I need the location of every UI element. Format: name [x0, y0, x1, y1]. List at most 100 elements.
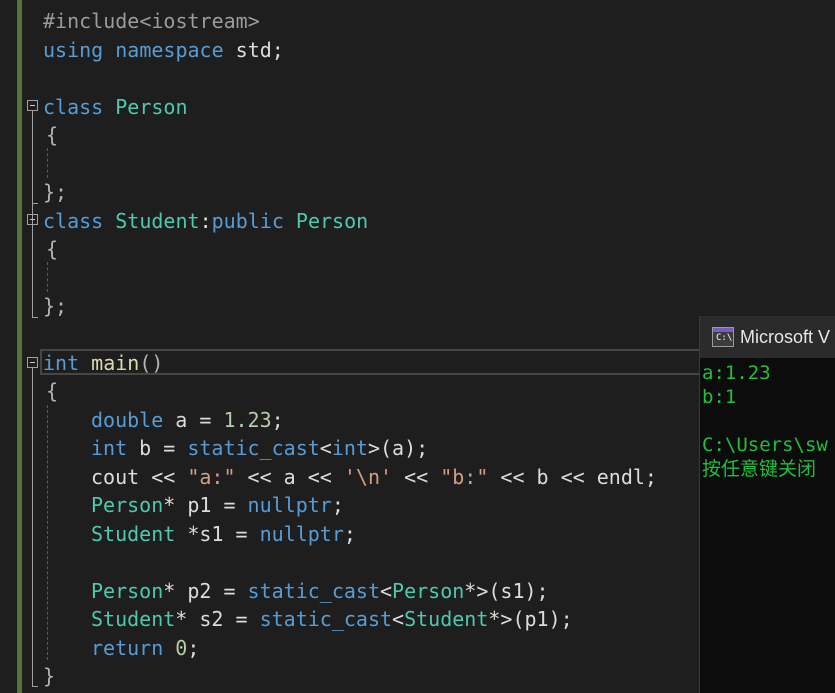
console-output: a:1.23 b:1 C:\Users\sw 按任意键关闭: [702, 361, 835, 481]
keyword: nullptr: [247, 493, 332, 517]
console-line-3: [702, 409, 835, 433]
code-text: << b << endl;: [488, 465, 657, 489]
keyword: public: [211, 209, 284, 233]
code-text: <: [319, 436, 332, 460]
code-line-18[interactable]: Person* p1 = nullptr;: [91, 491, 344, 519]
type-name: Student: [91, 607, 176, 631]
code-text: << a <<: [235, 465, 344, 489]
code-line-16[interactable]: int b = static_cast<int>(a);: [91, 434, 428, 462]
keyword: double: [91, 408, 164, 432]
number-literal: 0: [175, 636, 188, 660]
console-app-icon: C:\: [712, 327, 734, 347]
code-text: ;: [331, 493, 344, 517]
code-text: a =: [163, 408, 224, 432]
brace: {: [46, 379, 59, 403]
keyword: nullptr: [259, 522, 344, 546]
string-literal: "b:": [440, 465, 489, 489]
keyword: static_cast: [259, 607, 393, 631]
type-name: Student: [115, 209, 200, 233]
fold-end: [32, 686, 38, 687]
code-line-17[interactable]: cout << "a:" << a << '\n' << "b:" << b <…: [91, 463, 657, 491]
code-text: >(a);: [367, 436, 429, 460]
keyword: class: [43, 95, 104, 119]
code-text: (): [139, 351, 164, 375]
indent-guide: [47, 405, 48, 660]
debug-console-window[interactable]: C:\ Microsoft V a:1.23 b:1 C:\Users\sw 按任意键…: [699, 316, 835, 693]
code-line-4[interactable]: class Person: [43, 93, 188, 121]
code-line-23[interactable]: return 0;: [91, 634, 199, 662]
console-line-2: b:1: [702, 386, 737, 408]
indent-guide: [47, 148, 48, 178]
code-line-2[interactable]: using namespace std;: [43, 36, 284, 64]
type-name: Person: [392, 579, 465, 603]
code-text: std;: [223, 38, 284, 62]
type-name: Person: [91, 493, 164, 517]
type-name: Person: [91, 579, 164, 603]
brace: {: [46, 123, 59, 147]
type-name: Person: [295, 209, 369, 233]
brace: };: [43, 180, 68, 204]
fold-guide: [32, 368, 33, 686]
keyword: return: [91, 636, 164, 660]
code-line-22[interactable]: Student* s2 = static_cast<Student*>(p1);: [91, 605, 573, 633]
keyword: using: [43, 38, 104, 62]
code-line-15[interactable]: double a = 1.23;: [91, 406, 284, 434]
code-line-9[interactable]: {: [46, 235, 58, 263]
code-text: ;: [343, 522, 356, 546]
console-title: Microsoft V: [740, 326, 831, 347]
code-text: <<: [392, 465, 441, 489]
code-line-7[interactable]: };: [43, 178, 67, 206]
indent-guide: [47, 262, 48, 292]
number-literal: 1.23: [223, 408, 272, 432]
type-name: Student: [91, 522, 176, 546]
keyword: int: [331, 436, 368, 460]
brace: {: [46, 237, 59, 261]
collapse-student-icon[interactable]: [27, 214, 38, 225]
string-literal: '\n': [343, 465, 393, 489]
code-line-21[interactable]: Person* p2 = static_cast<Person*>(s1);: [91, 577, 549, 605]
code-text: *>(s1);: [464, 579, 549, 603]
console-titlebar[interactable]: C:\ Microsoft V: [700, 316, 835, 358]
brace: };: [43, 294, 68, 318]
brace: }: [43, 664, 56, 688]
fold-end: [32, 203, 38, 204]
fold-end: [32, 317, 38, 318]
code-text: :: [199, 209, 212, 233]
code-text: ;: [271, 408, 284, 432]
code-line-19[interactable]: Student *s1 = nullptr;: [91, 520, 356, 548]
code-line-1[interactable]: #include<iostream>: [43, 7, 260, 35]
code-text: <: [392, 607, 405, 631]
code-text: * p1 =: [163, 493, 248, 517]
code-text: * p2 =: [163, 579, 248, 603]
code-text: <: [380, 579, 393, 603]
type-name: Person: [115, 95, 188, 119]
code-line-5[interactable]: {: [46, 121, 58, 149]
console-line-4: C:\Users\sw: [702, 434, 828, 456]
code-line-8[interactable]: class Student:public Person: [43, 207, 368, 235]
code-line-14[interactable]: {: [46, 377, 58, 405]
console-line-1: a:1.23: [702, 362, 771, 384]
function-name: main: [91, 351, 140, 375]
code-line-24[interactable]: }: [43, 662, 55, 690]
keyword: static_cast: [247, 579, 380, 603]
collapse-person-icon[interactable]: [27, 100, 38, 111]
type-name: Student: [404, 607, 489, 631]
code-line-13[interactable]: int main(): [43, 349, 163, 377]
preprocessor-include: #include<iostream>: [43, 9, 260, 33]
code-text: * s2 =: [175, 607, 260, 631]
console-icon-label: C:\: [716, 333, 733, 343]
console-line-5: 按任意键关闭: [702, 458, 817, 480]
code-line-11[interactable]: };: [43, 292, 67, 320]
code-text: *>(p1);: [488, 607, 573, 631]
keyword: int: [43, 351, 80, 375]
keyword: namespace: [115, 38, 224, 62]
keyword: static_cast: [187, 436, 320, 460]
string-literal: "a:": [187, 465, 236, 489]
keyword: int: [91, 436, 128, 460]
code-text: *s1 =: [175, 522, 260, 546]
keyword: class: [43, 209, 104, 233]
code-text: cout <<: [91, 465, 188, 489]
code-text: b =: [127, 436, 188, 460]
collapse-main-icon[interactable]: [27, 357, 38, 368]
